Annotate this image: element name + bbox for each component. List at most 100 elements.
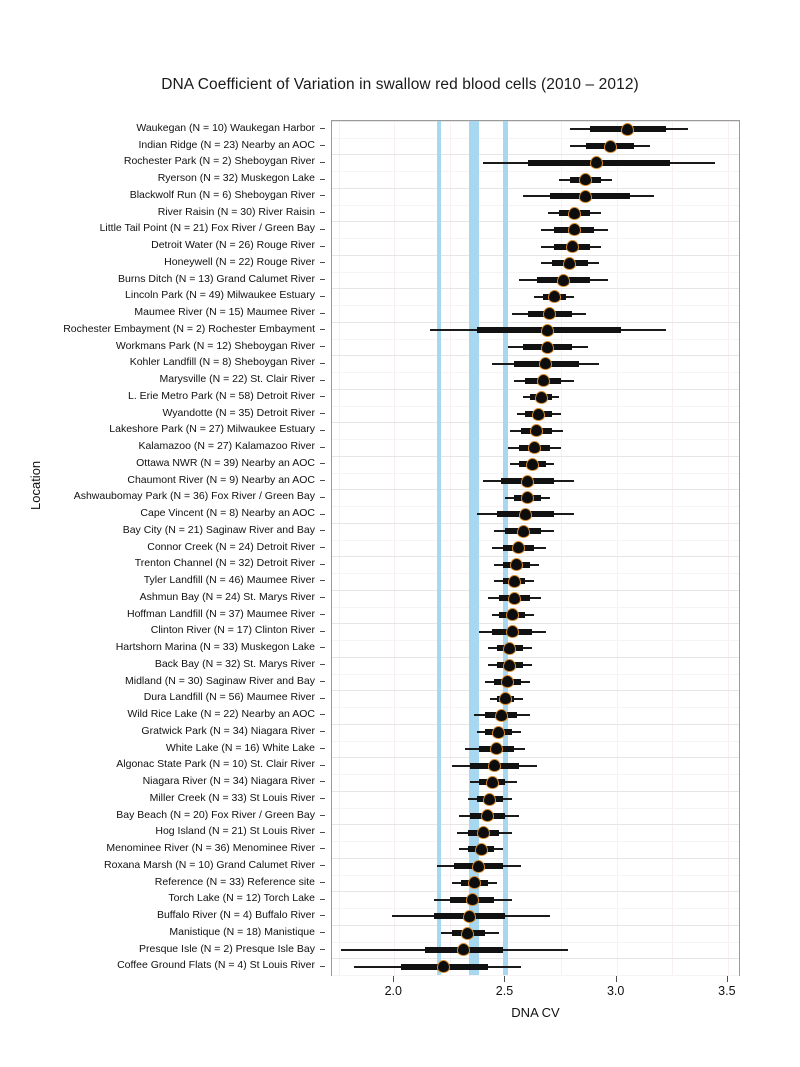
y-axis-tick-label: Maumee River (N = 15) Maumee River [134, 306, 315, 319]
point-estimate [464, 910, 476, 922]
y-axis-tick-label: Wyandotte (N = 35) Detroit River [162, 406, 315, 419]
y-axis-tick [320, 195, 325, 197]
forest-row [332, 791, 739, 808]
y-axis-tick-label: Kalamazoo (N = 27) Kalamazoo River [138, 440, 315, 453]
y-axis-tick [320, 212, 325, 214]
point-estimate [504, 642, 516, 654]
forest-row [332, 674, 739, 691]
point-estimate [477, 827, 489, 839]
forest-row [332, 607, 739, 624]
forest-row [332, 171, 739, 188]
x-axis-tick-label: 3.5 [718, 984, 736, 998]
point-estimate [566, 241, 578, 253]
point-estimate [537, 375, 549, 387]
y-axis-tick [320, 513, 325, 515]
forest-row [332, 288, 739, 305]
forest-row [332, 322, 739, 339]
y-axis-tick-label: Roxana Marsh (N = 10) Grand Calumet Rive… [104, 858, 315, 871]
forest-row [332, 272, 739, 289]
point-estimate [580, 190, 592, 202]
point-estimate [548, 291, 560, 303]
forest-row [332, 188, 739, 205]
forest-row [332, 355, 739, 372]
y-axis-tick-label: Blackwolf Run (N = 6) Sheboygan River [129, 188, 315, 201]
forest-row [332, 908, 739, 925]
y-axis-tick-label: Hog Island (N = 21) St Louis River [155, 825, 315, 838]
forest-row [332, 121, 739, 138]
forest-row [332, 657, 739, 674]
y-axis-tick-label: Presque Isle (N = 2) Presque Isle Bay [139, 942, 315, 955]
y-axis-tick [320, 362, 325, 364]
forest-row [332, 841, 739, 858]
x-axis-tick [393, 976, 395, 982]
y-axis-tick [320, 145, 325, 147]
y-axis-tick-label: Chaumont River (N = 9) Nearby an AOC [127, 473, 315, 486]
y-axis-tick [320, 563, 325, 565]
point-estimate [526, 458, 538, 470]
forest-row [332, 858, 739, 875]
y-axis-tick [320, 530, 325, 532]
point-estimate [604, 140, 616, 152]
forest-row [332, 942, 739, 959]
y-axis-tick-label: Buffalo River (N = 4) Buffalo River [156, 909, 315, 922]
x-axis-tick [615, 976, 617, 982]
forest-row [332, 707, 739, 724]
y-axis-tick-label: Niagara River (N = 34) Niagara River [142, 775, 315, 788]
y-axis-tick [320, 798, 325, 800]
y-axis-tick [320, 580, 325, 582]
y-axis-tick [320, 613, 325, 615]
forest-row [332, 372, 739, 389]
y-axis-tick [320, 262, 325, 264]
y-axis-tick [320, 463, 325, 465]
y-axis-tick-label: Bay City (N = 21) Saginaw River and Bay [122, 523, 315, 536]
forest-row [332, 640, 739, 657]
y-axis-tick-label: Torch Lake (N = 12) Torch Lake [168, 892, 315, 905]
forest-row [332, 573, 739, 590]
point-estimate [508, 592, 520, 604]
point-estimate [522, 475, 534, 487]
y-axis-tick-label: Connor Creek (N = 24) Detroit River [147, 540, 315, 553]
y-axis-tick [320, 747, 325, 749]
y-axis-tick-label: Detroit Water (N = 26) Rouge River [151, 239, 315, 252]
x-axis-tick [726, 976, 728, 982]
y-axis-tick-label: Waukegan (N = 10) Waukegan Harbor [136, 122, 315, 134]
y-axis-tick-label: Coffee Ground Flats (N = 4) St Louis Riv… [117, 959, 315, 972]
y-axis-tick [320, 396, 325, 398]
forest-row [332, 305, 739, 322]
point-estimate [517, 525, 529, 537]
y-axis-tick [320, 764, 325, 766]
y-axis-tick-label: Gratwick Park (N = 34) Niagara River [141, 724, 315, 737]
forest-row [332, 724, 739, 741]
y-axis-tick-label: White Lake (N = 16) White Lake [165, 741, 315, 754]
y-axis-tick [320, 664, 325, 666]
y-axis-tick-label: Ashmun Bay (N = 24) St. Marys River [139, 590, 315, 603]
forest-row [332, 339, 739, 356]
y-axis-tick-label: Dura Landfill (N = 56) Maumee River [143, 691, 315, 704]
forest-row [332, 824, 739, 841]
y-axis-tick [320, 446, 325, 448]
chart-title: DNA Coefficient of Variation in swallow … [161, 76, 639, 93]
y-axis-tick-label: Marysville (N = 22) St. Clair River [159, 373, 316, 386]
y-axis-tick [320, 831, 325, 833]
y-axis-tick [320, 965, 325, 967]
y-axis-tick-label: Rochester Embayment (N = 2) Rochester Em… [63, 322, 315, 335]
point-estimate [506, 626, 518, 638]
x-axis-tick-label: 2.0 [384, 984, 402, 998]
forest-row [332, 439, 739, 456]
forest-row [332, 138, 739, 155]
y-axis-tick [320, 329, 325, 331]
y-axis-tick [320, 731, 325, 733]
plot-panel [331, 120, 740, 976]
forest-row [332, 925, 739, 942]
forest-row [332, 506, 739, 523]
forest-row [332, 808, 739, 825]
y-axis-tick [320, 429, 325, 431]
forest-row [332, 757, 739, 774]
y-axis-tick [320, 697, 325, 699]
point-estimate [542, 341, 554, 353]
y-axis-tick-label: Honeywell (N = 22) Rouge River [164, 255, 315, 268]
y-axis-tick-label: Reference (N = 33) Reference site [154, 875, 315, 888]
forest-row [332, 473, 739, 490]
y-axis-tick [320, 898, 325, 900]
y-axis-tick-label: Algonac State Park (N = 10) St. Clair Ri… [116, 758, 315, 771]
